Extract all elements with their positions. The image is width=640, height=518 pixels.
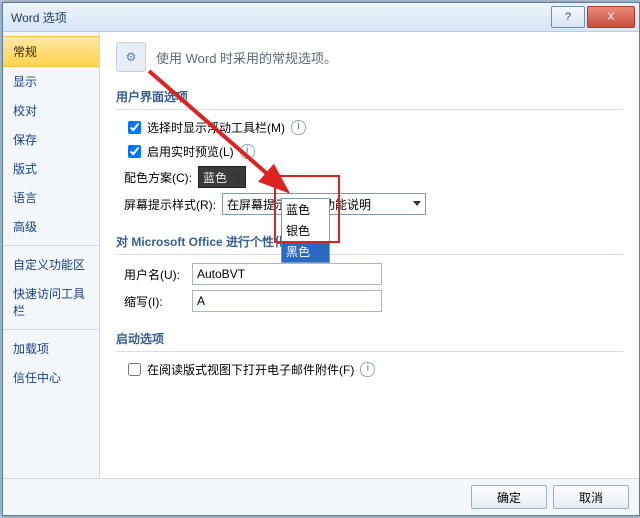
checkbox-reading-view[interactable] [128,363,141,376]
label-initials: 缩写(I): [124,293,186,310]
window-title: Word 选项 [3,9,67,26]
combo-color-scheme[interactable]: 蓝色 [198,166,246,188]
checkbox-mini-toolbar[interactable] [128,121,141,134]
sidebar-item-addins[interactable]: 加载项 [3,334,99,363]
sidebar-item-qat[interactable]: 快速访问工具栏 [3,279,99,325]
page-header: ⚙ 使用 Word 时采用的常规选项。 [116,42,623,72]
label-mini-toolbar: 选择时显示浮动工具栏(M) [147,119,285,136]
sidebar-item-trust[interactable]: 信任中心 [3,363,99,392]
help-icon[interactable]: i [360,362,375,377]
sidebar-item-display[interactable]: 显示 [3,67,99,96]
sidebar-separator [3,329,99,330]
sidebar-item-proofing[interactable]: 校对 [3,96,99,125]
close-button[interactable]: X [587,6,635,28]
sidebar-item-save[interactable]: 保存 [3,125,99,154]
label-username: 用户名(U): [124,266,186,283]
dialog-footer: 确定 取消 [3,478,639,515]
input-initials[interactable]: A [192,290,382,312]
help-icon[interactable]: i [240,144,255,159]
help-icon[interactable]: i [291,120,306,135]
section-startup-title: 启动选项 [116,326,623,352]
label-color-scheme: 配色方案(C): [124,169,192,186]
cancel-button[interactable]: 取消 [553,485,629,509]
section-ui-title: 用户界面选项 [116,84,623,110]
header-text: 使用 Word 时采用的常规选项。 [156,48,337,67]
label-reading-view: 在阅读版式视图下打开电子邮件附件(F) [147,361,354,378]
sidebar-item-advanced[interactable]: 高级 [3,212,99,241]
section-personalize-title: 对 Microsoft Office 进行个性化设置 [116,229,623,255]
color-scheme-dropdown: 蓝色 银色 黑色 [281,198,330,263]
ok-button[interactable]: 确定 [471,485,547,509]
sidebar-item-general[interactable]: 常规 [3,36,99,67]
sidebar-item-customize-ribbon[interactable]: 自定义功能区 [3,250,99,279]
titlebar: Word 选项 ? X [3,3,639,32]
checkbox-live-preview[interactable] [128,145,141,158]
label-screentip: 屏幕提示样式(R): [124,196,216,213]
sidebar-separator [3,245,99,246]
label-live-preview: 启用实时预览(L) [147,143,234,160]
dropdown-option-silver[interactable]: 银色 [282,220,329,241]
header-icon: ⚙ [116,42,146,72]
help-button[interactable]: ? [551,6,585,28]
dropdown-option-blue[interactable]: 蓝色 [282,199,329,220]
sidebar-item-language[interactable]: 语言 [3,183,99,212]
input-username[interactable]: AutoBVT [192,263,382,285]
main-panel: ⚙ 使用 Word 时采用的常规选项。 用户界面选项 选择时显示浮动工具栏(M)… [100,32,639,478]
sidebar-item-layout[interactable]: 版式 [3,154,99,183]
dropdown-option-black[interactable]: 黑色 [282,241,329,262]
options-dialog: Word 选项 ? X 常规 显示 校对 保存 版式 语言 高级 自定义功能区 … [2,2,640,516]
window-buttons: ? X [550,6,639,28]
category-sidebar: 常规 显示 校对 保存 版式 语言 高级 自定义功能区 快速访问工具栏 加载项 … [3,32,100,478]
